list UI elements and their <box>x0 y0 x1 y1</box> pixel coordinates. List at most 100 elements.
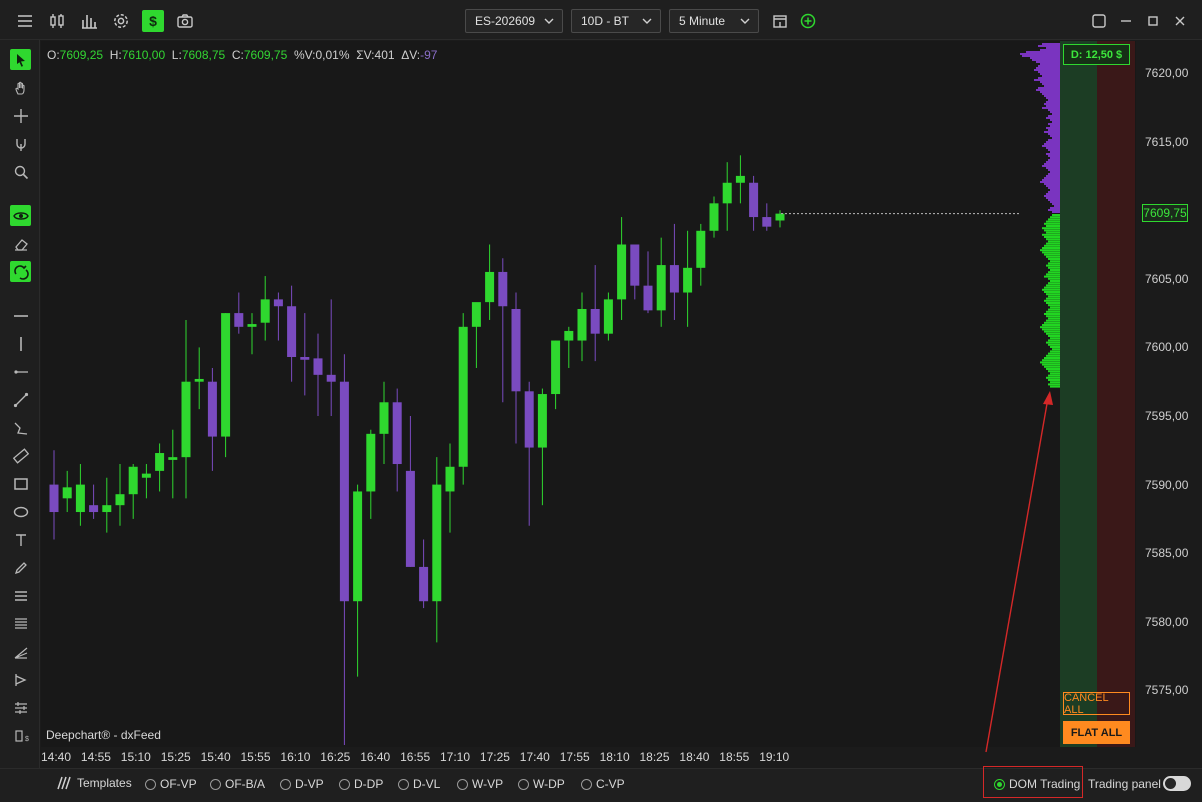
vertical-line-icon[interactable] <box>10 333 31 354</box>
magnet-icon[interactable] <box>10 133 31 154</box>
lines-icon[interactable] <box>10 613 31 634</box>
timeframe-value: 5 Minute <box>679 14 726 28</box>
time-tick: 16:10 <box>280 750 311 764</box>
bar-chart-icon[interactable] <box>78 10 100 32</box>
high-label: H: <box>109 48 122 62</box>
price-tick: 7575,00 <box>1145 683 1189 698</box>
drawing-toolbar: $ <box>0 40 40 802</box>
indicator-radio-ofvp[interactable]: OF-VP <box>145 777 197 791</box>
price-tick: 7590,00 <box>1145 477 1189 492</box>
time-tick: 19:10 <box>759 750 790 764</box>
add-icon[interactable] <box>797 10 819 32</box>
list-icon[interactable] <box>10 585 31 606</box>
minimize-icon[interactable] <box>1115 10 1137 32</box>
trading-panel-toggle[interactable] <box>1163 776 1191 791</box>
indicator-radio-wvp[interactable]: W-VP <box>457 777 503 791</box>
price-chart[interactable] <box>41 41 1141 747</box>
indicator-label: OF-VP <box>160 777 197 791</box>
gear-icon[interactable] <box>110 10 132 32</box>
dom-ask-column[interactable] <box>1097 41 1135 747</box>
trading-panel-label: Trading panel <box>1088 777 1161 791</box>
current-price-label: 7609,75 <box>1142 204 1188 222</box>
time-tick: 18:10 <box>599 750 630 764</box>
time-tick: 14:55 <box>80 750 111 764</box>
hand-icon[interactable] <box>10 77 31 98</box>
templates-button[interactable]: Templates <box>55 776 132 790</box>
radio-dot <box>518 778 529 790</box>
range-icon[interactable] <box>10 697 31 718</box>
close-value: 7609,75 <box>243 48 288 62</box>
menu-icon[interactable] <box>14 10 36 32</box>
magnet-lock-icon[interactable] <box>10 261 31 282</box>
low-label: L: <box>171 48 182 62</box>
close-label: C: <box>231 48 244 62</box>
time-tick: 16:25 <box>320 750 351 764</box>
indicator-radio-dvp[interactable]: D-VP <box>280 777 324 791</box>
delta-volume-label: ΔV: <box>401 48 421 62</box>
time-tick: 17:25 <box>479 750 510 764</box>
pencil-icon[interactable] <box>10 557 31 578</box>
camera-icon[interactable] <box>174 10 196 32</box>
indicator-label: D-DP <box>354 777 384 791</box>
time-tick: 16:55 <box>400 750 431 764</box>
open-value: 7609,25 <box>59 48 104 62</box>
text-icon[interactable] <box>10 529 31 550</box>
timeframe-dropdown[interactable]: 5 Minute <box>669 9 759 33</box>
price-tick: 7615,00 <box>1145 134 1189 149</box>
indicator-label: D-VL <box>413 777 441 791</box>
cancel-all-button[interactable]: CANCEL ALL <box>1063 692 1130 716</box>
time-tick: 14:40 <box>41 750 72 764</box>
price-tick: 7620,00 <box>1145 66 1189 80</box>
trend-line-icon[interactable] <box>10 389 31 410</box>
rectangle-icon[interactable] <box>10 473 31 494</box>
price-tick: 7585,00 <box>1145 546 1189 561</box>
eye-icon[interactable] <box>10 205 31 226</box>
indicator-radio-cvp[interactable]: C-VP <box>581 777 625 791</box>
chevron-down-icon <box>740 18 750 24</box>
time-tick: 18:40 <box>679 750 710 764</box>
chevron-down-icon <box>544 18 554 24</box>
sum-volume-value: 401 <box>374 48 395 62</box>
time-tick: 16:40 <box>360 750 391 764</box>
indicator-radio-ofba[interactable]: OF-B/A <box>210 777 265 791</box>
indicator-radio-ddp[interactable]: D-DP <box>339 777 383 791</box>
percent-volume-value: 0,01% <box>315 48 350 62</box>
radio-dot <box>398 778 409 790</box>
symbol-dropdown[interactable]: ES-202609 <box>465 9 563 33</box>
indicator-radio-dvl[interactable]: D-VL <box>398 777 440 791</box>
dom-trading-radio[interactable]: DOM Trading <box>994 777 1080 791</box>
crosshair-icon[interactable] <box>10 105 31 126</box>
price-tick: 7595,00 <box>1145 409 1189 423</box>
radio-dot <box>457 778 468 790</box>
layout-icon[interactable] <box>769 10 791 32</box>
polyline-icon[interactable] <box>10 417 31 438</box>
dollar-icon[interactable]: $ <box>142 10 164 32</box>
zoom-icon[interactable] <box>10 161 31 182</box>
period-value: 10D - BT <box>581 14 630 28</box>
horizontal-line-icon[interactable] <box>10 305 31 326</box>
indicator-label: C-VP <box>596 777 625 791</box>
close-icon[interactable] <box>1169 10 1191 32</box>
eraser-icon[interactable] <box>10 233 31 254</box>
flat-all-button[interactable]: FLAT ALL <box>1063 721 1130 744</box>
indicator-radio-wdp[interactable]: W-DP <box>518 777 565 791</box>
price-tick: 7580,00 <box>1145 614 1189 629</box>
radio-dot <box>581 778 592 790</box>
restore-window-icon[interactable] <box>1088 10 1110 32</box>
ellipse-icon[interactable] <box>10 501 31 522</box>
fan-icon[interactable] <box>10 641 31 662</box>
radio-dot <box>145 778 156 790</box>
cursor-icon[interactable] <box>10 49 31 70</box>
period-dropdown[interactable]: 10D - BT <box>571 9 661 33</box>
percent-volume-label: %V: <box>293 48 316 62</box>
candles-icon[interactable] <box>46 10 68 32</box>
projection-icon[interactable] <box>10 669 31 690</box>
price-tag-icon[interactable]: $ <box>10 725 31 746</box>
indicator-label: D-VP <box>295 777 324 791</box>
high-value: 7610,00 <box>121 48 166 62</box>
dom-bid-column[interactable] <box>1060 41 1097 747</box>
maximize-icon[interactable] <box>1142 10 1164 32</box>
ruler-icon[interactable] <box>10 445 31 466</box>
price-tick: 7600,00 <box>1145 340 1189 355</box>
ray-icon[interactable] <box>10 361 31 382</box>
